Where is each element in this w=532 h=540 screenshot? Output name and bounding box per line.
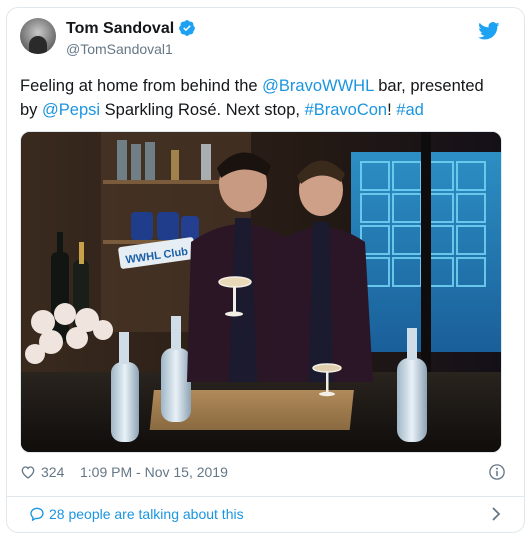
verified-icon	[179, 20, 196, 36]
handle[interactable]: @TomSandoval1	[66, 40, 196, 58]
mention-bravowwhl[interactable]: @BravoWWHL	[262, 77, 373, 95]
tweet-text: Feeling at home from behind the @BravoWW…	[20, 74, 502, 122]
tweet-photo[interactable]: WWHL Club	[20, 131, 502, 453]
hashtag-ad[interactable]: #ad	[396, 101, 424, 119]
tweet-text-part: Feeling at home from behind the	[20, 77, 263, 95]
info-icon[interactable]	[488, 463, 506, 481]
like-count[interactable]: 324	[41, 464, 64, 480]
avatar[interactable]	[20, 18, 56, 54]
comment-icon	[30, 507, 44, 522]
talking-about-row[interactable]: 28 people are talking about this	[7, 497, 525, 533]
mention-pepsi[interactable]: @Pepsi	[42, 101, 100, 119]
display-name[interactable]: Tom Sandoval	[66, 19, 174, 39]
photo-scene: WWHL Club	[21, 132, 501, 452]
heart-icon[interactable]	[20, 464, 36, 480]
hashtag-bravocon[interactable]: #BravoCon	[305, 101, 388, 119]
tweet-text-part: !	[387, 101, 397, 119]
twitter-bird-icon[interactable]	[478, 22, 500, 40]
author-block[interactable]: Tom Sandoval @TomSandoval1	[66, 19, 196, 58]
tweet-text-part: Sparkling Rosé. Next stop,	[100, 101, 305, 119]
tweet-meta: 324 1:09 PM - Nov 15, 2019	[20, 462, 506, 484]
tweet-header: Tom Sandoval @TomSandoval1	[20, 18, 500, 62]
timestamp[interactable]: 1:09 PM - Nov 15, 2019	[80, 464, 228, 480]
talking-about-link[interactable]: 28 people are talking about this	[49, 506, 244, 522]
chevron-right-icon[interactable]	[489, 506, 503, 522]
